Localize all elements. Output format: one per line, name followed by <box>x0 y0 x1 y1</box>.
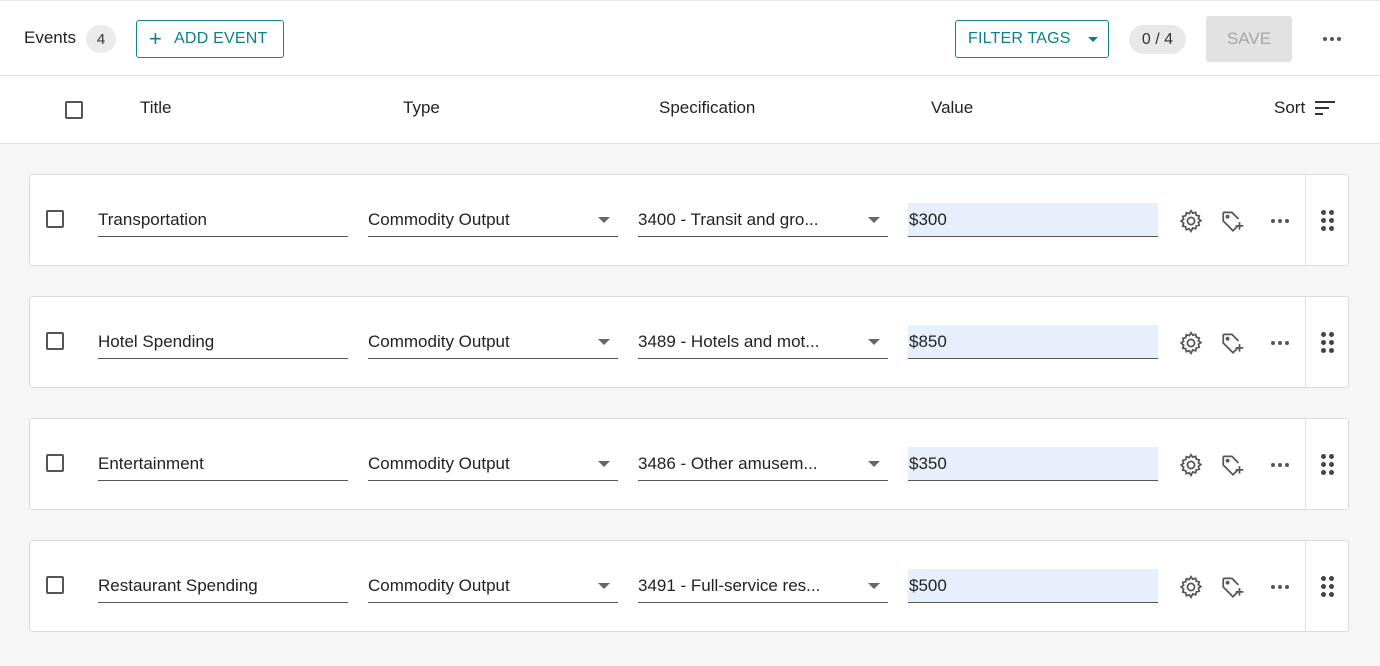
selection-ratio-badge: 0 / 4 <box>1129 25 1186 54</box>
row-more-icon[interactable] <box>1266 573 1294 601</box>
more-options-icon[interactable] <box>1323 37 1341 41</box>
type-select[interactable]: Commodity Output <box>368 447 618 481</box>
filter-tags-label: FILTER TAGS <box>968 30 1071 47</box>
top-toolbar: Events 4 + ADD EVENT FILTER TAGS 0 / 4 S… <box>0 0 1380 76</box>
drag-handle-icon[interactable] <box>1305 297 1348 387</box>
value-amount: $300 <box>909 209 947 229</box>
events-label: Events <box>24 28 76 47</box>
select-all-checkbox[interactable] <box>65 101 83 119</box>
title-input[interactable]: Hotel Spending <box>98 325 348 359</box>
add-event-label: ADD EVENT <box>174 30 268 47</box>
event-card: Entertainment Commodity Output 3486 - Ot… <box>29 418 1349 510</box>
save-button[interactable]: SAVE <box>1206 16 1292 62</box>
add-tag-icon[interactable] <box>1219 207 1247 235</box>
row-checkbox[interactable] <box>46 454 64 472</box>
dropdown-arrow-icon <box>598 582 610 589</box>
specification-select[interactable]: 3491 - Full-service res... <box>638 569 888 603</box>
column-specification: Specification <box>659 98 756 117</box>
column-header: Title Type Specification Value Sort <box>0 76 1380 144</box>
settings-gear-icon[interactable] <box>1177 451 1205 479</box>
row-more-icon[interactable] <box>1266 207 1294 235</box>
row-checkbox[interactable] <box>46 576 64 594</box>
dropdown-arrow-icon <box>868 460 880 467</box>
drag-handle-icon[interactable] <box>1305 541 1348 631</box>
row-more-icon[interactable] <box>1266 329 1294 357</box>
event-card: Hotel Spending Commodity Output 3489 - H… <box>29 296 1349 388</box>
dropdown-arrow-icon <box>868 582 880 589</box>
events-count-badge: 4 <box>86 25 116 53</box>
value-input[interactable]: $300 <box>908 203 1158 237</box>
value-input[interactable]: $350 <box>908 447 1158 481</box>
title-value: Hotel Spending <box>98 331 215 351</box>
settings-gear-icon[interactable] <box>1177 207 1205 235</box>
type-value: Commodity Output <box>368 331 510 351</box>
dropdown-arrow-icon <box>598 460 610 467</box>
sort-icon <box>1315 101 1336 115</box>
filter-tags-button[interactable]: FILTER TAGS <box>955 20 1109 58</box>
type-select[interactable]: Commodity Output <box>368 203 618 237</box>
title-input[interactable]: Restaurant Spending <box>98 569 348 603</box>
add-tag-icon[interactable] <box>1219 329 1247 357</box>
specification-value: 3489 - Hotels and mot... <box>638 331 820 351</box>
dropdown-arrow-icon <box>598 338 610 345</box>
type-select[interactable]: Commodity Output <box>368 325 618 359</box>
value-amount: $850 <box>909 331 947 351</box>
column-type: Type <box>403 98 440 117</box>
row-checkbox[interactable] <box>46 332 64 350</box>
column-title: Title <box>140 98 172 117</box>
value-amount: $350 <box>909 453 947 473</box>
title-input[interactable]: Transportation <box>98 203 348 237</box>
event-card: Restaurant Spending Commodity Output 349… <box>29 540 1349 632</box>
specification-value: 3400 - Transit and gro... <box>638 209 819 229</box>
event-card: Transportation Commodity Output 3400 - T… <box>29 174 1349 266</box>
specification-select[interactable]: 3400 - Transit and gro... <box>638 203 888 237</box>
settings-gear-icon[interactable] <box>1177 573 1205 601</box>
add-tag-icon[interactable] <box>1219 573 1247 601</box>
type-value: Commodity Output <box>368 575 510 595</box>
type-select[interactable]: Commodity Output <box>368 569 618 603</box>
title-value: Entertainment <box>98 453 204 473</box>
type-value: Commodity Output <box>368 209 510 229</box>
caret-down-icon <box>1087 36 1098 42</box>
add-tag-icon[interactable] <box>1219 451 1247 479</box>
title-value: Restaurant Spending <box>98 575 258 595</box>
drag-handle-icon[interactable] <box>1305 419 1348 509</box>
drag-handle-icon[interactable] <box>1305 175 1348 265</box>
type-value: Commodity Output <box>368 453 510 473</box>
dropdown-arrow-icon <box>868 338 880 345</box>
sort-button[interactable]: Sort <box>1274 98 1336 118</box>
plus-icon: + <box>149 26 163 51</box>
title-input[interactable]: Entertainment <box>98 447 348 481</box>
column-value: Value <box>931 98 974 117</box>
specification-select[interactable]: 3486 - Other amusem... <box>638 447 888 481</box>
sort-label: Sort <box>1274 98 1306 117</box>
specification-value: 3491 - Full-service res... <box>638 575 821 595</box>
row-checkbox[interactable] <box>46 210 64 228</box>
value-input[interactable]: $850 <box>908 325 1158 359</box>
value-input[interactable]: $500 <box>908 569 1158 603</box>
row-more-icon[interactable] <box>1266 451 1294 479</box>
specification-select[interactable]: 3489 - Hotels and mot... <box>638 325 888 359</box>
dropdown-arrow-icon <box>598 216 610 223</box>
title-value: Transportation <box>98 209 207 229</box>
value-amount: $500 <box>909 575 947 595</box>
dropdown-arrow-icon <box>868 216 880 223</box>
specification-value: 3486 - Other amusem... <box>638 453 818 473</box>
add-event-button[interactable]: + ADD EVENT <box>136 20 284 58</box>
settings-gear-icon[interactable] <box>1177 329 1205 357</box>
